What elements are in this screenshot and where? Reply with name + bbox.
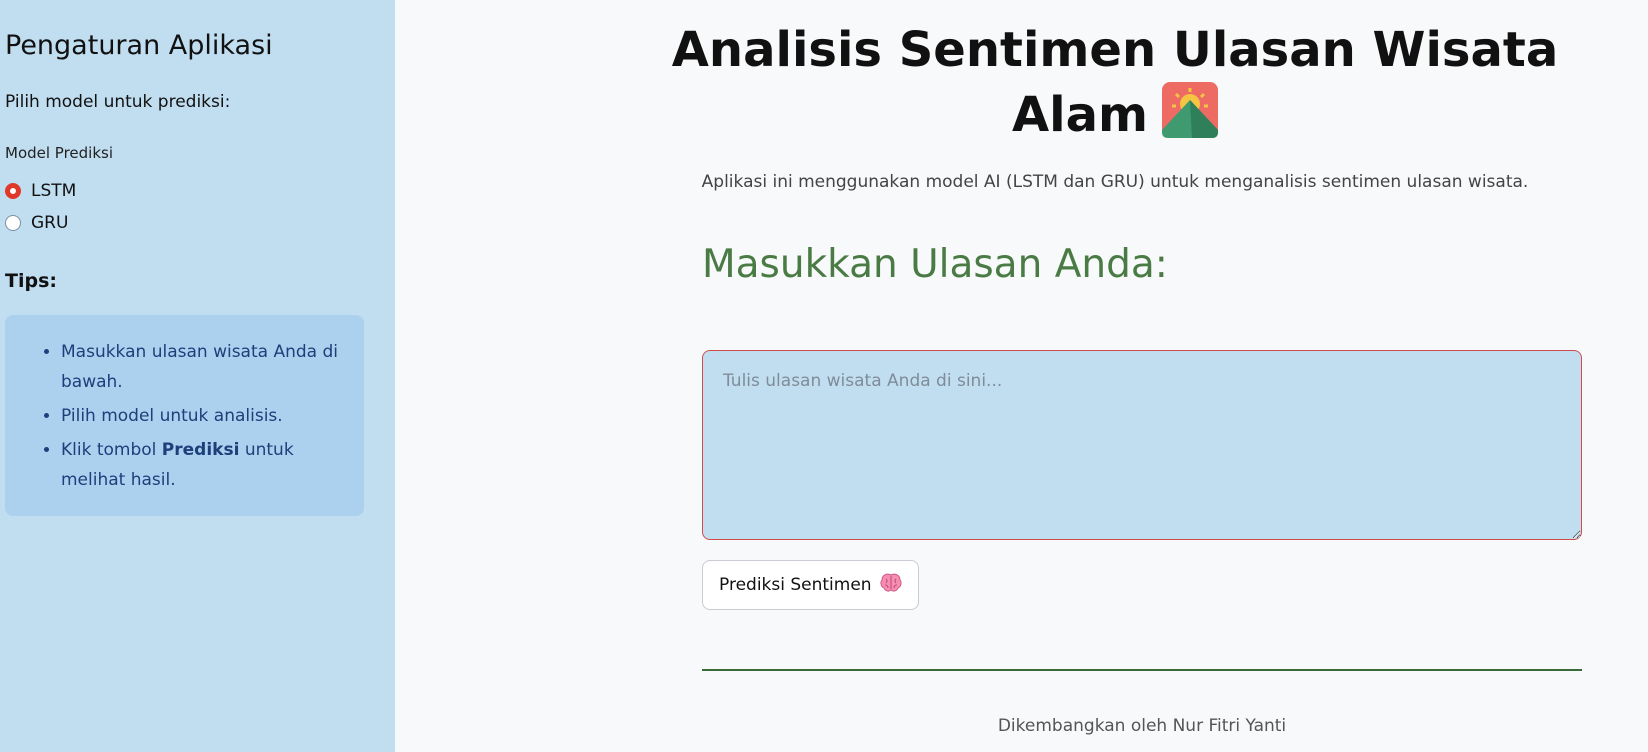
radio-option-gru[interactable]: GRU	[5, 213, 68, 233]
tips-heading: Tips:	[5, 270, 57, 292]
sidebar-title: Pengaturan Aplikasi	[5, 30, 273, 61]
review-input[interactable]	[702, 350, 1582, 540]
radio-label-gru: GRU	[31, 213, 69, 233]
footer-credit: Dikembangkan oleh Nur Fitri Yanti	[997, 716, 1287, 736]
radio-unselected-icon[interactable]	[5, 215, 21, 231]
predict-button-label: Prediksi Sentimen	[719, 575, 872, 595]
tip-bold-text: Prediksi	[161, 440, 240, 460]
tip-item: Klik tombol Prediksi untuk melihat hasil…	[61, 435, 354, 495]
divider	[702, 669, 1582, 671]
page-subtitle: Aplikasi ini menggunakan model AI (LSTM …	[701, 172, 1529, 192]
sidebar-subtitle: Pilih model untuk prediksi:	[5, 92, 231, 112]
review-section-heading: Masukkan Ulasan Anda:	[702, 242, 1168, 287]
tip-item: Pilih model untuk analisis.	[61, 401, 354, 431]
sunrise-over-mountains-icon	[1162, 82, 1218, 154]
main-content: Analisis Sentimen Ulasan Wisata Alam Apl…	[395, 0, 1648, 752]
tip-item: Masukkan ulasan wisata Anda di bawah.	[61, 337, 354, 397]
model-radio-label: Model Prediksi	[5, 144, 114, 162]
radio-label-lstm: LSTM	[31, 181, 77, 201]
tip-text: Klik tombol	[61, 440, 162, 460]
tips-list: Masukkan ulasan wisata Anda di bawah. Pi…	[5, 315, 364, 495]
page-title-text: Analisis Sentimen Ulasan Wisata Alam	[671, 22, 1559, 143]
sidebar: Pengaturan Aplikasi Pilih model untuk pr…	[0, 0, 395, 752]
brain-icon	[880, 573, 902, 598]
radio-option-lstm[interactable]: LSTM	[5, 181, 76, 201]
tips-box: Masukkan ulasan wisata Anda di bawah. Pi…	[5, 315, 364, 516]
predict-sentiment-button[interactable]: Prediksi Sentimen	[702, 560, 919, 610]
radio-selected-icon[interactable]	[5, 183, 21, 199]
page-title: Analisis Sentimen Ulasan Wisata Alam	[665, 18, 1565, 154]
